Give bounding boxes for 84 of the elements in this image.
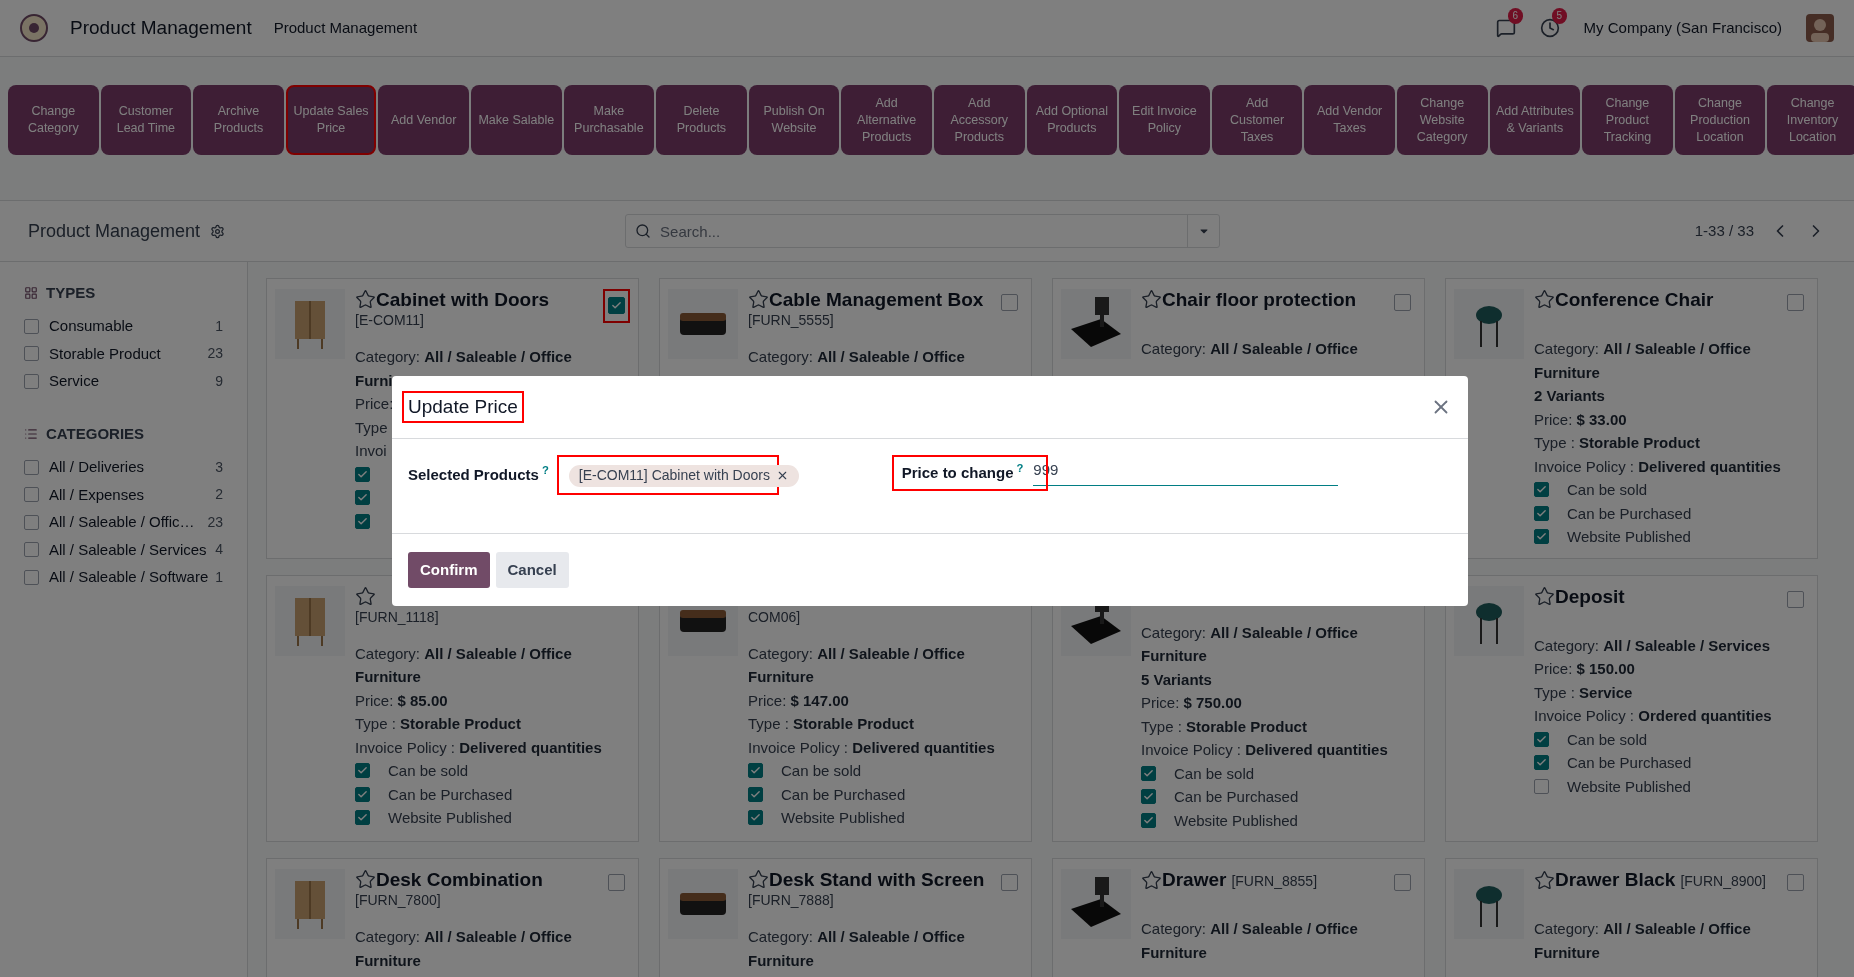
product-name: Deposit (1555, 585, 1625, 607)
product-detail: Price: $ 150.00 (1534, 659, 1635, 679)
flag-label: Website Published (1567, 527, 1691, 547)
product-code: [FURN_5555] (748, 311, 834, 330)
flag-label: Can be Purchased (1567, 503, 1692, 524)
field-label: Price to change $^{?}$ (900, 461, 1025, 483)
product-detail: Price: (355, 394, 394, 414)
filter-count: 4 (215, 540, 223, 560)
product-detail: Category: All / Saleable / Office (1141, 339, 1358, 359)
product-detail: 2 Variants (1534, 386, 1605, 406)
product-detail: Category: All / Saleable / Office (748, 347, 965, 367)
product-code: [FURN_7888] (748, 891, 834, 910)
product-detail: Price: $ 33.00 (1534, 409, 1627, 430)
product-detail: Invoice Policy : Delivered quantities (1534, 456, 1781, 477)
product-detail: Category: All / Saleable / Office Furniture (355, 643, 573, 687)
product-detail: Furni (355, 370, 393, 391)
product-code: [FURN_7800] (355, 891, 441, 910)
product-detail: Category: All / Saleable / Office Furniture (1534, 339, 1752, 383)
product-detail: Category: All / Saleable / Office Furniture (748, 927, 966, 971)
product-detail: Type (355, 417, 388, 438)
flag-label: Website Published (781, 808, 905, 828)
product-detail: Invoice Policy : Delivered quantities (1141, 740, 1388, 760)
product-detail: Category: All / Saleable / Services (1534, 635, 1770, 656)
product-detail: Category: All / Saleable / Office Furniture (1534, 919, 1752, 963)
product-name: Cabinet with Doors (376, 289, 550, 310)
product-code: [E-COM11] (355, 311, 424, 330)
filter-count: 23 (207, 344, 223, 364)
product-detail: Category: All / Saleable / Office (355, 347, 572, 367)
product-detail: Category: All / Saleable / Office Furniture (1141, 919, 1359, 963)
filter-count: 3 (215, 457, 223, 477)
product-name: Desk Combination (376, 869, 543, 890)
section-heading: CATEGORIES (46, 424, 145, 444)
product-detail: Type : Service (1534, 682, 1633, 703)
pager: 1-33 / 33 (1694, 220, 1754, 241)
flag-label: Can be Purchased (781, 784, 906, 805)
product-detail: Type : Storable Product (355, 714, 521, 734)
product-detail: 5 Variants (1141, 669, 1212, 690)
flag-label: Website Published (1174, 810, 1298, 831)
help-mark: ? (1016, 462, 1024, 475)
product-code: [FURN_8900] (1680, 872, 1766, 891)
page-title: Product Management (28, 219, 201, 243)
filter-count: 23 (207, 512, 223, 532)
notification-badge: 5 (1551, 8, 1568, 24)
product-detail: Type : Storable Product (1141, 716, 1307, 737)
filter-count: 2 (215, 485, 223, 505)
product-name: Drawer (1162, 869, 1227, 890)
product-detail: Invoice Policy : Delivered quantities (748, 737, 995, 758)
product-name: Drawer Black (1555, 869, 1676, 890)
product-name: Cable Management Box (769, 289, 984, 310)
product-name: Conference Chair (1555, 289, 1714, 310)
product-code: COM06] (748, 607, 801, 627)
product-detail: Category: All / Saleable / Office Furniture (1141, 622, 1359, 666)
filter-count: 1 (215, 316, 223, 336)
field-label: Selected Products $^{?}$ (408, 464, 549, 485)
flag-label: Can be Purchased (1174, 787, 1299, 807)
product-detail: Price: $ 147.00 (748, 690, 849, 711)
flag-label: Can be sold (1567, 729, 1648, 750)
notification-badge: 6 (1507, 8, 1524, 24)
flag-label: Can be sold (781, 761, 862, 781)
product-name: Chair floor protection (1162, 289, 1357, 310)
product-detail: Category: All / Saleable / Office Furniture (355, 927, 573, 971)
flag-label: Can be sold (1174, 763, 1255, 784)
filter-count: 9 (215, 371, 223, 391)
flag-label: Can be Purchased (388, 784, 513, 805)
product-name: Desk Stand with Screen (769, 869, 985, 890)
product-detail: Type : Storable Product (1534, 433, 1700, 453)
product-code: [FURN_1118] (355, 607, 439, 627)
filter-count: 1 (215, 567, 223, 587)
product-detail: Invoi (355, 441, 387, 461)
flag-label: Can be sold (1567, 480, 1648, 500)
product-detail: Type : Storable Product (748, 714, 914, 734)
product-detail: Category: All / Saleable / Office Furniture (748, 643, 966, 687)
dialog-title: Update Price (402, 390, 524, 424)
product-detail: Invoice Policy : Ordered quantities (1534, 706, 1772, 726)
help-mark: ? (541, 464, 549, 477)
product-code: [FURN_8855] (1231, 872, 1317, 891)
product-detail: Price: $ 750.00 (1141, 693, 1242, 713)
product-detail: Price: $ 85.00 (355, 690, 448, 711)
flag-label: Website Published (388, 808, 512, 828)
flag-label: Can be Purchased (1567, 753, 1692, 773)
flag-label: Website Published (1567, 776, 1691, 797)
product-detail: Invoice Policy : Delivered quantities (355, 737, 602, 758)
section-heading: TYPES (46, 283, 96, 303)
flag-label: Can be sold (388, 761, 469, 781)
